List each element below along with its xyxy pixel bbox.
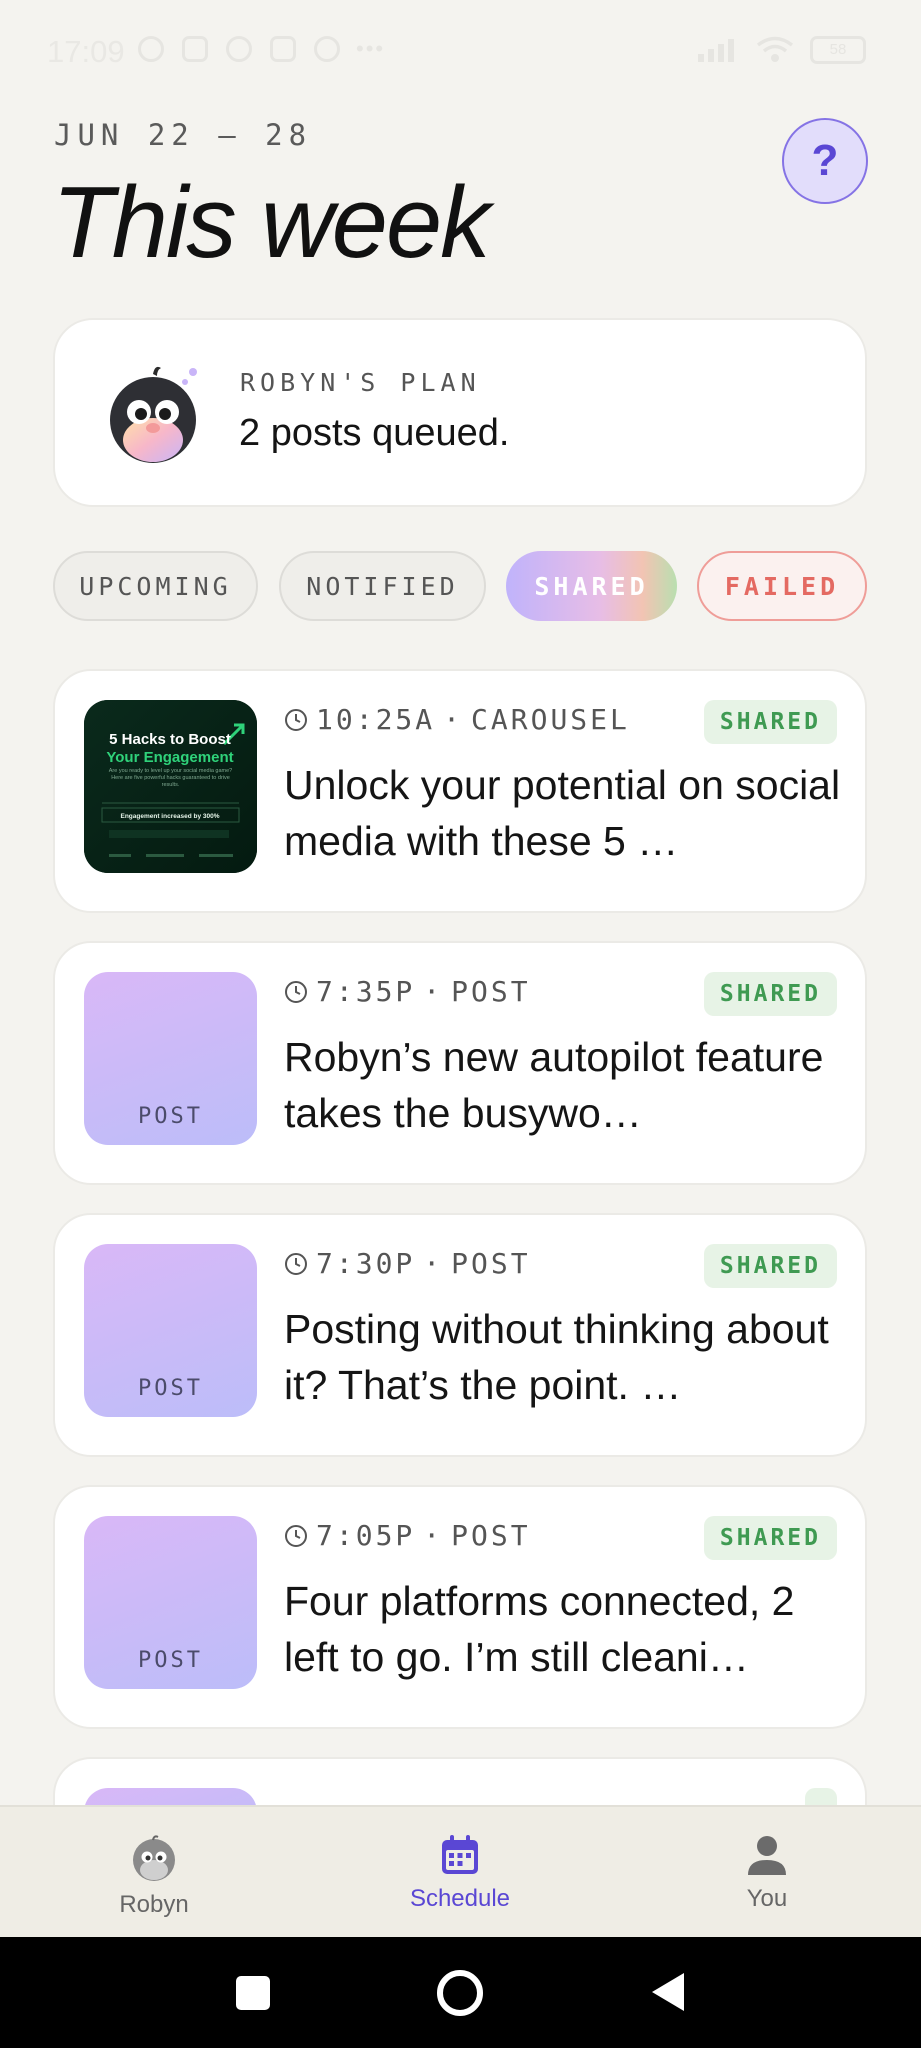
post-card[interactable]: 5 Hacks to Boost Your Engagement Are you… [53, 669, 867, 913]
meta-separator: · [423, 975, 444, 1008]
nav-schedule-label: Schedule [409, 1885, 511, 1912]
telegram-icon [314, 36, 340, 62]
screen: 17:09 ••• 58 JUN 22 — 28 This week ? ROB… [0, 0, 921, 2048]
post-time: 7:35P [316, 975, 416, 1008]
post-time: 10:25A [316, 703, 436, 736]
calendar-icon [442, 1835, 478, 1874]
post-meta: 7:35P · POST [284, 975, 531, 1008]
post-card[interactable]: POST 7:05P · POST SHARED Four platforms … [53, 1485, 867, 1729]
post-text: Robyn’s new autopilot feature takes the … [284, 1034, 824, 1136]
post-meta: 10:25A · CAROUSEL [284, 703, 630, 736]
thumbnail-label: POST [138, 1104, 203, 1129]
plan-label: ROBYN'S PLAN [240, 368, 481, 397]
post-type: POST [451, 1519, 531, 1552]
svg-text:Your Engagement: Your Engagement [106, 749, 233, 766]
status-time: 17:09 [47, 34, 125, 69]
thumbnail-label: POST [138, 1376, 203, 1401]
filter-notified[interactable]: NOTIFIED [279, 551, 486, 621]
post-thumbnail: POST [84, 1244, 257, 1417]
signal-icon [698, 39, 734, 62]
status-badge: SHARED [703, 700, 837, 744]
filter-failed[interactable]: FAILED [697, 551, 867, 621]
status-badge: SHARED [703, 972, 837, 1016]
post-thumbnail: 5 Hacks to Boost Your Engagement Are you… [84, 700, 257, 873]
status-bar: 17:09 ••• 58 [0, 0, 921, 104]
app-notification-icon [182, 36, 208, 62]
home-button[interactable] [435, 1968, 485, 2018]
thumbnail-label: POST [138, 1648, 203, 1673]
bottom-nav: Robyn Schedule You [0, 1805, 921, 1937]
status-right: 58 [696, 36, 866, 64]
meta-separator: · [423, 1519, 444, 1552]
post-text: Four platforms connected, 2 left to go. … [284, 1578, 795, 1680]
robyn-avatar-icon [133, 1835, 175, 1881]
post-text: Unlock your potential on social media wi… [284, 762, 841, 864]
nav-schedule[interactable]: Schedule [380, 1807, 540, 1939]
meta-separator: · [423, 1247, 444, 1280]
post-card[interactable]: POST 7:35P · POST SHARED Robyn’s new aut… [53, 941, 867, 1185]
post-card[interactable]: POST 7:30P · POST SHARED Posting without… [53, 1213, 867, 1457]
filter-upcoming[interactable]: UPCOMING [53, 551, 258, 621]
clock-icon [285, 1252, 307, 1275]
post-meta: 7:30P · POST [284, 1247, 531, 1280]
filter-shared[interactable]: SHARED [506, 551, 677, 621]
nav-robyn-label: Robyn [119, 1891, 189, 1918]
whatsapp-icon [226, 36, 252, 62]
person-icon [748, 1836, 786, 1875]
carousel-thumbnail-graphic: 5 Hacks to Boost Your Engagement Are you… [84, 700, 257, 873]
back-button[interactable] [650, 1971, 686, 2013]
post-time: 7:30P [316, 1247, 416, 1280]
post-text: Posting without thinking about it? That’… [284, 1306, 829, 1408]
status-badge: SHARED [703, 1516, 837, 1560]
meta-separator: · [443, 703, 464, 736]
post-time: 7:05P [316, 1519, 416, 1552]
svg-text:Engagement increased by 300%: Engagement increased by 300% [121, 813, 220, 820]
date-range: JUN 22 — 28 [54, 118, 313, 152]
post-thumbnail: POST [84, 972, 257, 1145]
question-icon: ? [811, 136, 839, 185]
plan-summary: 2 posts queued. [239, 412, 510, 454]
gmail-icon [270, 36, 296, 62]
clock-icon [285, 1524, 307, 1547]
robyn-avatar-icon [110, 366, 197, 463]
post-type: POST [451, 975, 531, 1008]
notification-icons [138, 36, 340, 62]
more-notifications-icon: ••• [356, 36, 386, 61]
status-badge: SHARED [703, 1244, 837, 1288]
post-thumbnail: POST [84, 1516, 257, 1689]
help-button[interactable]: ? [782, 118, 868, 204]
recents-button[interactable] [235, 1975, 271, 2011]
plan-card[interactable]: ROBYN'S PLAN 2 posts queued. [53, 318, 867, 507]
post-meta: 7:05P · POST [284, 1519, 531, 1552]
nav-you[interactable]: You [687, 1807, 847, 1939]
battery-icon: 58 [810, 36, 866, 64]
nav-robyn[interactable]: Robyn [74, 1807, 234, 1939]
nav-you-label: You [746, 1885, 788, 1912]
post-type: POST [451, 1247, 531, 1280]
alarm-icon [138, 36, 164, 62]
post-type: CAROUSEL [471, 703, 630, 736]
svg-text:5 Hacks to Boost: 5 Hacks to Boost [109, 731, 231, 748]
page-title: This week [52, 167, 491, 279]
clock-icon [285, 708, 307, 731]
system-nav-bar [0, 1937, 921, 2048]
clock-icon [285, 980, 307, 1003]
wifi-icon [756, 36, 794, 62]
